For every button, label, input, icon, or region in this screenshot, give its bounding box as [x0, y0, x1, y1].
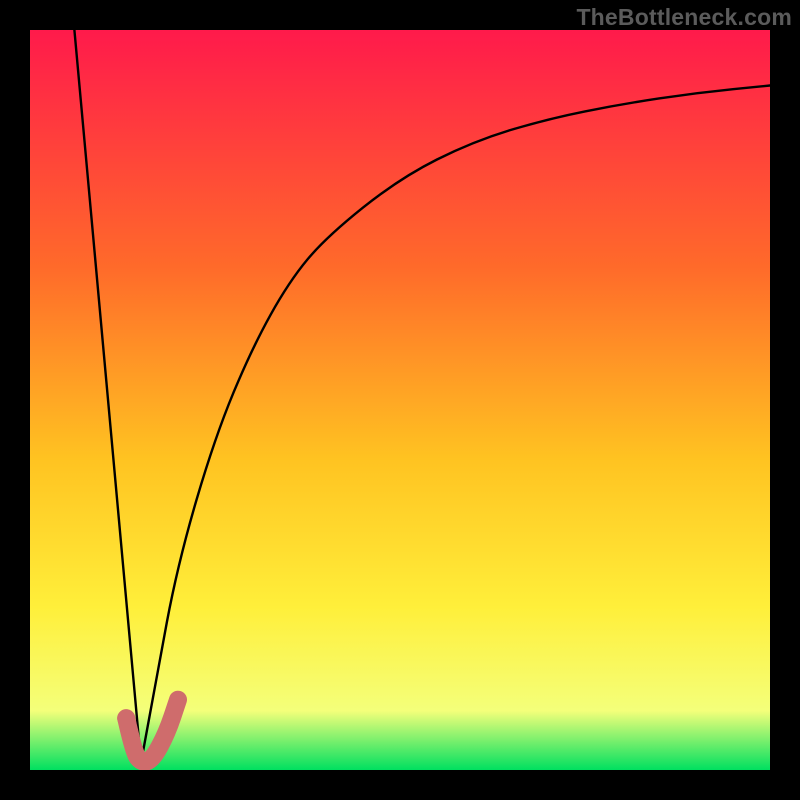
gradient-background: [30, 30, 770, 770]
watermark-text: TheBottleneck.com: [576, 4, 792, 31]
chart-svg: [30, 30, 770, 770]
plot-area: [30, 30, 770, 770]
chart-frame: TheBottleneck.com: [0, 0, 800, 800]
valley-marker-dot: [117, 709, 135, 727]
